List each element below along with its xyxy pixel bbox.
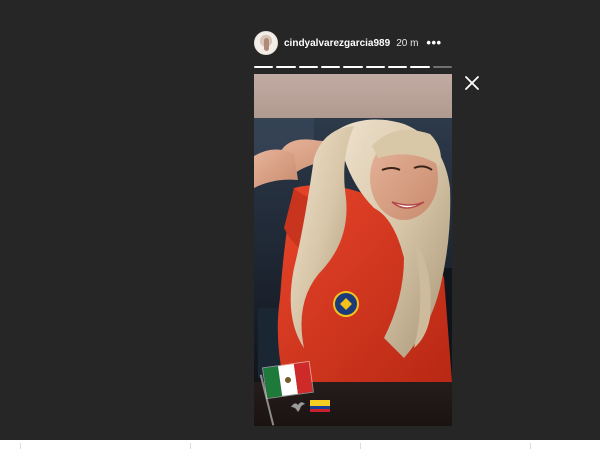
footer-divider <box>190 443 191 449</box>
story-timestamp: 20 m <box>396 37 419 49</box>
story-top-band <box>254 74 452 118</box>
story-progress-segment <box>276 66 296 68</box>
footer-divider <box>530 443 531 449</box>
story-progress-segment <box>254 66 274 68</box>
more-options-icon[interactable]: ••• <box>426 36 441 49</box>
story-progress-segment <box>432 66 452 68</box>
colombia-flag-icon <box>310 400 330 412</box>
user-avatar[interactable] <box>254 31 278 55</box>
story-photo <box>254 118 452 382</box>
story-progress-segment <box>298 66 318 68</box>
username-link[interactable]: cindyalvarezgarcia989 <box>284 38 390 49</box>
story-progress-segment <box>343 66 363 68</box>
story-progress-bar <box>254 66 452 68</box>
page-footer-strip <box>0 440 600 450</box>
story-header: cindyalvarezgarcia989 20 m ••• <box>254 30 452 56</box>
close-icon[interactable] <box>463 74 481 92</box>
mexico-flag-red-stripe <box>293 361 313 394</box>
colombia-flag-red <box>310 409 330 412</box>
story-progress-segment <box>410 66 430 68</box>
story-progress-segment <box>365 66 385 68</box>
eagle-icon <box>291 402 305 412</box>
story-progress-segment <box>320 66 341 68</box>
footer-divider <box>360 443 361 449</box>
mexico-flag-icon <box>262 360 314 400</box>
story-progress-segment <box>387 66 408 68</box>
story-media[interactable] <box>254 74 452 426</box>
story-viewer: cindyalvarezgarcia989 20 m ••• <box>0 0 600 440</box>
footer-divider <box>20 443 21 449</box>
